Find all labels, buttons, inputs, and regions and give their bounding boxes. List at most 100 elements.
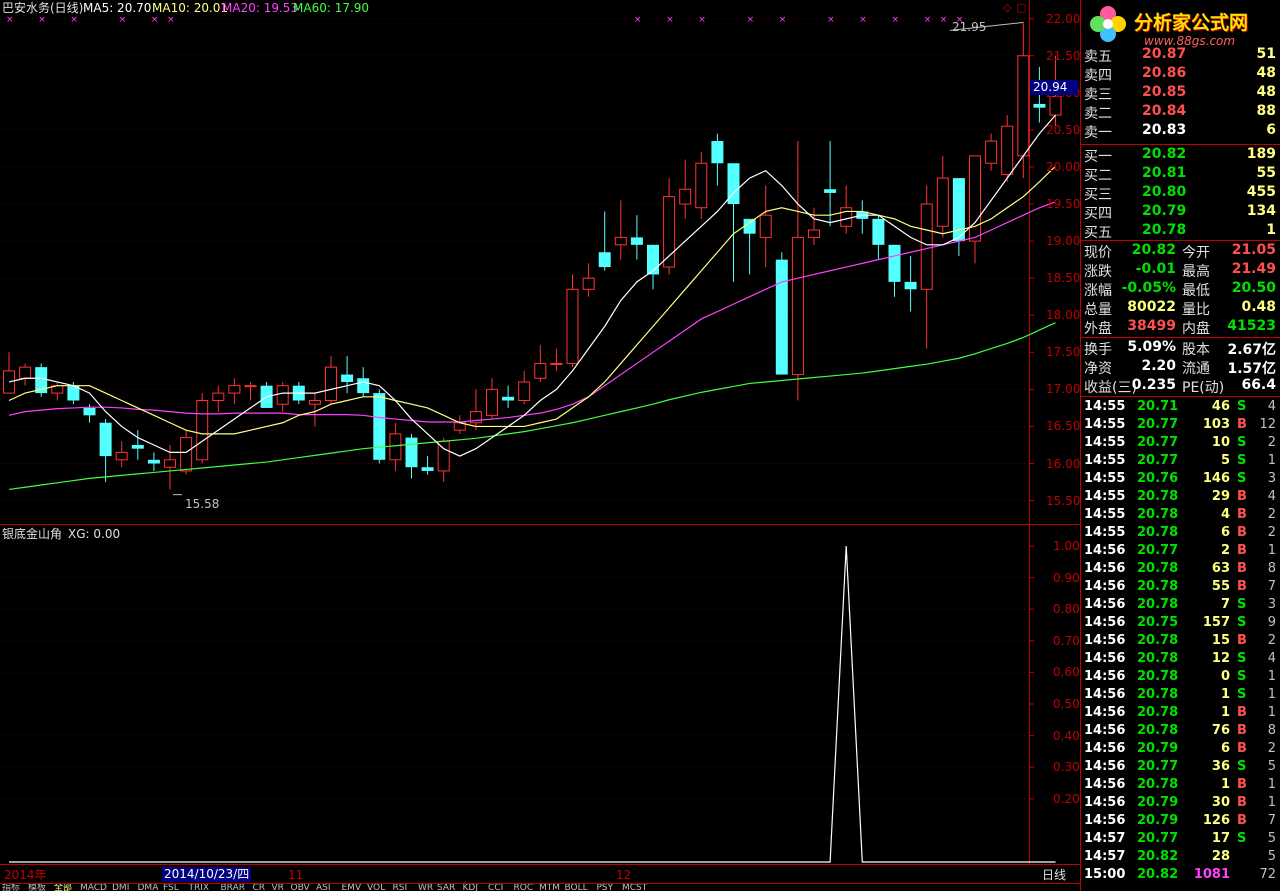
- price-tick-label: 19.00: [1046, 234, 1081, 249]
- indicator-tab[interactable]: ASI: [316, 884, 331, 891]
- order-price: 20.83: [1142, 122, 1187, 138]
- indicator-tab[interactable]: SAR: [437, 884, 455, 891]
- tick-direction: B: [1237, 417, 1247, 432]
- tick-volume: 1: [1220, 705, 1230, 720]
- tick-time: 15:00: [1084, 867, 1126, 882]
- tick-count: 72: [1259, 867, 1276, 882]
- indicator-tab[interactable]: WR: [418, 884, 433, 891]
- signal-marker: ×: [634, 15, 642, 25]
- tick-count: 2: [1267, 741, 1276, 756]
- candle-body: [147, 459, 160, 464]
- candle-body: [582, 277, 595, 290]
- tick-time: 14:56: [1084, 597, 1126, 612]
- quote-value: 41523: [1227, 318, 1276, 334]
- window-icon[interactable]: ▢: [1016, 1, 1026, 15]
- order-level-label: 买二: [1084, 168, 1112, 184]
- indicator-tick-label: 1.00: [1053, 539, 1080, 553]
- indicator-tab[interactable]: VOL: [367, 884, 385, 891]
- order-book-row[interactable]: 买四 20.79 134: [1082, 202, 1280, 222]
- indicator-tab[interactable]: PSY: [597, 884, 614, 891]
- tick-direction: B: [1237, 579, 1247, 594]
- period-label[interactable]: 日线: [1042, 868, 1066, 882]
- order-price: 20.81: [1142, 165, 1187, 181]
- stock-title: 巴安水务(日线): [2, 1, 84, 15]
- signal-marker: ×: [859, 15, 867, 25]
- order-book-row[interactable]: 买五 20.78 1: [1082, 221, 1280, 241]
- order-book-row[interactable]: 卖四 20.86 48: [1082, 64, 1280, 84]
- tick-price: 20.78: [1137, 561, 1179, 576]
- tick-volume: 10: [1211, 435, 1230, 450]
- tick-volume: 76: [1211, 723, 1230, 738]
- order-book-row[interactable]: 卖一 20.83 6: [1082, 121, 1280, 141]
- indicator-tab[interactable]: MCST: [622, 884, 647, 891]
- tick-volume: 15: [1211, 633, 1230, 648]
- tick-row: 14:56 20.78 15 B 2: [1082, 632, 1280, 650]
- indicator-tab[interactable]: ROC: [514, 884, 534, 891]
- tick-time: 14:56: [1084, 651, 1126, 666]
- order-price: 20.78: [1142, 222, 1187, 238]
- order-volume: 51: [1256, 46, 1276, 62]
- indicator-tab[interactable]: OBV: [291, 884, 310, 891]
- quote-label: 最高: [1182, 264, 1210, 280]
- indicator-xg: XG: 0.00: [68, 527, 121, 541]
- tick-volume: 29: [1211, 489, 1230, 504]
- tick-count: 1: [1267, 687, 1276, 702]
- tick-row: 14:56 20.78 1 B 1: [1082, 776, 1280, 794]
- signal-marker: ×: [151, 15, 159, 25]
- candle-body: [389, 433, 402, 461]
- indicator-tab[interactable]: EMV: [342, 884, 362, 891]
- indicator-tab[interactable]: RSI: [393, 884, 408, 891]
- candle-body: [19, 366, 32, 379]
- indicator-tab[interactable]: CR: [253, 884, 266, 891]
- indicator-tab[interactable]: MACD: [80, 884, 107, 891]
- candle-body: [518, 381, 531, 402]
- quote-value: 5.09%: [1127, 339, 1176, 355]
- indicator-title: 银底金山角: [2, 527, 63, 541]
- indicator-tab[interactable]: 指标: [2, 884, 20, 891]
- order-book-row[interactable]: 卖三 20.85 48: [1082, 83, 1280, 103]
- price-tick-label: 17.00: [1046, 382, 1081, 397]
- order-level-label: 卖二: [1084, 106, 1112, 122]
- order-book-row[interactable]: 卖二 20.84 88: [1082, 102, 1280, 122]
- tick-direction: B: [1237, 633, 1247, 648]
- tick-price: 20.78: [1137, 723, 1179, 738]
- quote-value: 2.20: [1141, 358, 1176, 374]
- indicator-tab[interactable]: 全部: [54, 884, 72, 891]
- indicator-tab[interactable]: 模板: [28, 884, 46, 891]
- tick-direction: S: [1237, 651, 1247, 666]
- indicator-tab[interactable]: BRAR: [221, 884, 245, 891]
- quote-row: 总量 80022 量比 0.48: [1082, 298, 1280, 318]
- indicator-tab[interactable]: KDJ: [463, 884, 479, 891]
- quote-value: 38499: [1127, 318, 1176, 334]
- order-book-row[interactable]: 卖五 20.87 51: [1082, 45, 1280, 65]
- order-price: 20.87: [1142, 46, 1187, 62]
- tick-direction: S: [1237, 669, 1247, 684]
- quote-row: 净资 2.20 流通 1.57亿: [1082, 357, 1280, 377]
- month-12-label: 12: [616, 868, 632, 882]
- tick-volume: 7: [1220, 597, 1230, 612]
- candle-body: [598, 252, 611, 268]
- order-book-row[interactable]: 买一 20.82 189: [1082, 145, 1280, 165]
- indicator-tab[interactable]: VR: [272, 884, 284, 891]
- tick-time: 14:55: [1084, 435, 1126, 450]
- restore-icon[interactable]: ◇: [1003, 1, 1011, 15]
- tick-price: 20.78: [1137, 669, 1179, 684]
- price-tick-label: 19.50: [1046, 197, 1081, 212]
- indicator-tab[interactable]: DMI: [112, 884, 129, 891]
- order-book-row[interactable]: 买三 20.80 455: [1082, 183, 1280, 203]
- ma10-label: MA10: 20.01: [152, 1, 229, 15]
- tick-row: 14:57 20.82 28 5: [1082, 848, 1280, 866]
- indicator-tab[interactable]: TRIX: [189, 884, 210, 891]
- tick-direction: B: [1237, 525, 1247, 540]
- order-book-row[interactable]: 买二 20.81 55: [1082, 164, 1280, 184]
- indicator-tab[interactable]: BOLL: [565, 884, 588, 891]
- indicator-tab[interactable]: CCI: [488, 884, 503, 891]
- indicator-tab[interactable]: FSL: [163, 884, 179, 891]
- quote-label: 最低: [1182, 283, 1210, 299]
- tick-price: 20.77: [1137, 831, 1179, 846]
- tick-price: 20.82: [1137, 867, 1179, 882]
- candle-body: [325, 366, 337, 402]
- order-price: 20.82: [1142, 146, 1187, 162]
- indicator-tab[interactable]: MTM: [539, 884, 560, 891]
- indicator-tab[interactable]: DMA: [138, 884, 159, 891]
